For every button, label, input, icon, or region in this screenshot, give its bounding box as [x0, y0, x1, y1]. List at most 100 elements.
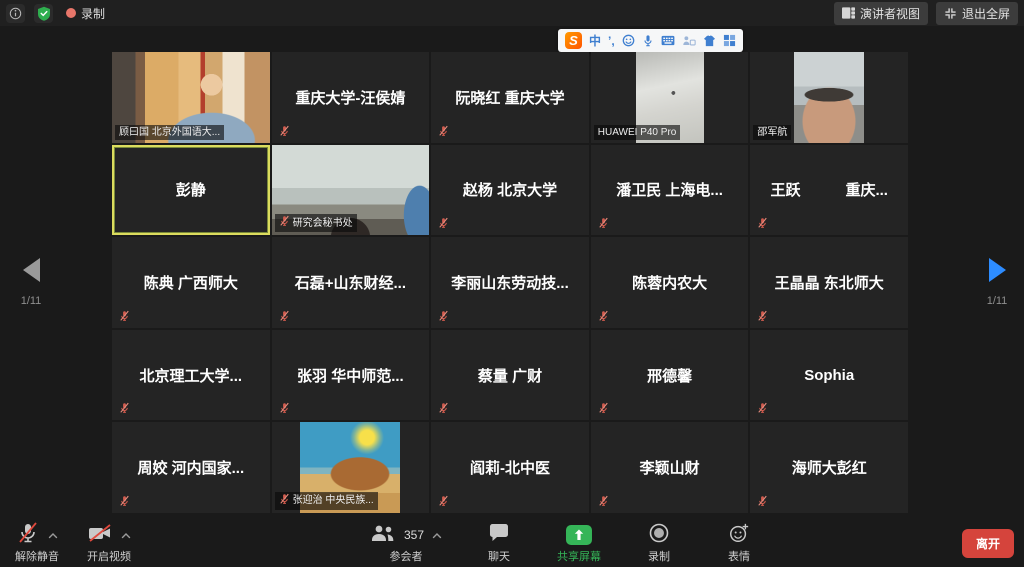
recording-indicator: 录制: [66, 5, 105, 22]
video-options-chevron-icon[interactable]: [121, 526, 131, 544]
share-screen-button[interactable]: 共享屏幕: [556, 523, 602, 564]
ime-toolbar[interactable]: S 中 ’,: [558, 29, 743, 52]
participant-tile[interactable]: 重庆大学-汪侯婧: [272, 52, 430, 143]
speaker-view-button[interactable]: 演讲者视图: [834, 2, 928, 25]
exit-fullscreen-button[interactable]: 退出全屏: [936, 2, 1018, 25]
mic-muted-icon: [598, 402, 609, 414]
participant-name: 海师大彭红: [750, 422, 908, 513]
participant-name: 蔡量 广财: [431, 330, 589, 421]
participant-tile[interactable]: 顾曰国 北京外国语大...: [112, 52, 270, 143]
participant-tile[interactable]: 邢德馨: [591, 330, 749, 421]
participant-tile[interactable]: 蔡量 广财: [431, 330, 589, 421]
participant-tile[interactable]: 赵杨 北京大学: [431, 145, 589, 236]
mic-muted-icon: [598, 310, 609, 322]
mic-muted-icon: [279, 310, 290, 322]
participant-name: 邢德馨: [591, 330, 749, 421]
meeting-window: 录制 演讲者视图 退出全屏 S 中 ’,: [0, 0, 1024, 567]
video-feed: [794, 52, 864, 143]
ime-voice-icon[interactable]: [642, 34, 654, 47]
participant-tile[interactable]: 潘卫民 上海电...: [591, 145, 749, 236]
mic-muted-icon: [279, 493, 290, 509]
participant-tile[interactable]: 张迎治 中央民族...: [272, 422, 430, 513]
participant-tile[interactable]: 邵军航: [750, 52, 908, 143]
participant-name-tag: 研究会秘书处: [275, 214, 357, 232]
participant-name: 李丽山东劳动技...: [431, 237, 589, 328]
participant-name: HUAWEI P40 Pro: [598, 126, 677, 139]
sogou-logo-icon[interactable]: S: [565, 32, 582, 49]
participant-name: 石磊+山东财经...: [272, 237, 430, 328]
exit-fullscreen-icon: [944, 7, 957, 20]
mic-muted-icon: [119, 402, 130, 414]
mic-muted-icon: [16, 521, 40, 550]
ime-emoji-icon[interactable]: [622, 34, 635, 47]
mic-muted-icon: [598, 495, 609, 507]
participant-tile[interactable]: 王晶晶 东北师大: [750, 237, 908, 328]
mic-muted-icon: [598, 217, 609, 229]
next-page-arrow-icon[interactable]: [989, 258, 1006, 282]
bottom-toolbar: 解除静音 开启视频 3: [0, 521, 1024, 567]
info-icon[interactable]: [6, 4, 25, 23]
chat-icon: [488, 523, 510, 548]
ime-toolbox-icon[interactable]: [723, 34, 736, 47]
mic-muted-icon: [279, 125, 290, 137]
recording-dot-icon: [66, 8, 76, 18]
camera-off-icon: [87, 521, 113, 550]
participant-name: 重庆大学-汪侯婧: [272, 52, 430, 143]
security-shield-icon[interactable]: [34, 4, 53, 23]
participant-tile[interactable]: 彭静: [112, 145, 270, 236]
ime-punctuation-icon[interactable]: ’,: [608, 35, 615, 47]
participant-tile[interactable]: 李丽山东劳动技...: [431, 237, 589, 328]
participant-tile[interactable]: 王跃 重庆...: [750, 145, 908, 236]
mic-muted-icon: [757, 495, 768, 507]
participant-name: 李颖山财: [591, 422, 749, 513]
participant-tile[interactable]: 石磊+山东财经...: [272, 237, 430, 328]
participant-tile[interactable]: 陈典 广西师大: [112, 237, 270, 328]
participant-name: 张羽 华中师范...: [272, 330, 430, 421]
participant-name: 阎莉-北中医: [431, 422, 589, 513]
mic-muted-icon: [438, 310, 449, 322]
start-video-button[interactable]: 开启视频: [86, 523, 132, 564]
participant-tile[interactable]: 张羽 华中师范...: [272, 330, 430, 421]
participant-name: 陈典 广西师大: [112, 237, 270, 328]
mic-muted-icon: [119, 495, 130, 507]
participant-tile[interactable]: 周姣 河内国家...: [112, 422, 270, 513]
participant-name: 顾曰国 北京外国语大...: [119, 126, 220, 139]
participant-tile[interactable]: HUAWEI P40 Pro: [591, 52, 749, 143]
participant-name: 周姣 河内国家...: [112, 422, 270, 513]
participant-name: 王晶晶 东北师大: [750, 237, 908, 328]
audio-options-chevron-icon[interactable]: [48, 526, 58, 544]
previous-page-arrow-icon[interactable]: [23, 258, 40, 282]
record-button[interactable]: 录制: [636, 523, 682, 564]
unmute-button[interactable]: 解除静音: [14, 523, 60, 564]
participants-chevron-icon[interactable]: [432, 526, 442, 544]
mic-muted-icon: [279, 215, 290, 231]
speaker-view-icon: [842, 7, 855, 19]
participant-tile[interactable]: 李颖山财: [591, 422, 749, 513]
ime-keyboard-icon[interactable]: [661, 35, 675, 46]
page-next: 1/11: [974, 258, 1020, 307]
share-screen-icon: [566, 525, 592, 545]
leave-button[interactable]: 离开: [962, 529, 1014, 558]
participant-tile[interactable]: 海师大彭红: [750, 422, 908, 513]
ime-handwriting-icon[interactable]: [682, 35, 696, 47]
ime-chinese-mode-icon[interactable]: 中: [589, 35, 601, 47]
participants-icon: [370, 523, 396, 548]
participant-grid: 顾曰国 北京外国语大... 重庆大学-汪侯婧阮晓红 重庆大学 HUAWEI P40 …: [112, 52, 908, 513]
participant-tile[interactable]: 陈蓉内农大: [591, 237, 749, 328]
participants-count: 357: [404, 528, 424, 542]
participant-tile[interactable]: 北京理工大学...: [112, 330, 270, 421]
participant-tile[interactable]: 阎莉-北中医: [431, 422, 589, 513]
chat-button[interactable]: 聊天: [476, 523, 522, 564]
participant-name: 王跃 重庆...: [750, 145, 908, 236]
participant-tile[interactable]: Sophia: [750, 330, 908, 421]
ime-skin-icon[interactable]: [703, 35, 716, 47]
page-previous: 1/11: [8, 258, 54, 307]
mic-muted-icon: [757, 310, 768, 322]
mic-muted-icon: [438, 125, 449, 137]
participant-name-tag: 顾曰国 北京外国语大...: [115, 125, 224, 140]
participant-tile[interactable]: 阮晓红 重庆大学: [431, 52, 589, 143]
participant-name: 赵杨 北京大学: [431, 145, 589, 236]
emoji-button[interactable]: 表情: [716, 523, 762, 564]
participant-tile[interactable]: 研究会秘书处: [272, 145, 430, 236]
participants-button[interactable]: 357 参会者: [370, 523, 442, 564]
